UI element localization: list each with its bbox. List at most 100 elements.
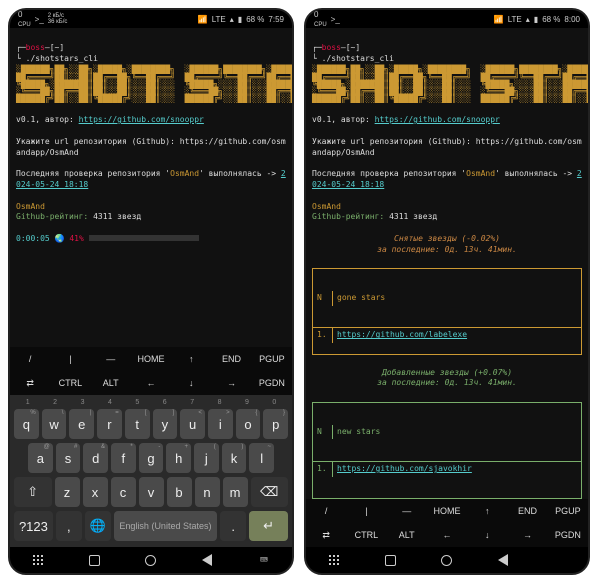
extra-key[interactable]: ← bbox=[131, 371, 171, 395]
extra-key[interactable]: PGDN bbox=[252, 371, 292, 395]
key-n[interactable]: n bbox=[195, 477, 220, 507]
terminal-icon: >_ bbox=[35, 15, 44, 24]
key-j[interactable]: j( bbox=[194, 443, 219, 473]
nav-grid-icon[interactable] bbox=[31, 553, 45, 567]
extra-key[interactable]: ALT bbox=[91, 371, 131, 395]
key-space[interactable]: English (United States) bbox=[114, 511, 218, 541]
android-navbar bbox=[306, 547, 588, 573]
key-backspace[interactable]: ⌫ bbox=[251, 477, 289, 507]
progress-bar bbox=[89, 235, 199, 241]
nav-back[interactable] bbox=[496, 553, 510, 567]
key-o[interactable]: o{ bbox=[236, 409, 261, 439]
extra-key[interactable]: ↓ bbox=[171, 371, 211, 395]
terminal-icon: >_ bbox=[331, 15, 340, 24]
extra-key[interactable]: | bbox=[346, 499, 386, 523]
key-s[interactable]: s# bbox=[56, 443, 81, 473]
extra-key[interactable]: ← bbox=[427, 523, 467, 547]
extra-key[interactable]: | bbox=[50, 347, 90, 371]
key-v[interactable]: v bbox=[139, 477, 164, 507]
key-f[interactable]: f* bbox=[111, 443, 136, 473]
key-u[interactable]: u< bbox=[180, 409, 205, 439]
extra-key[interactable]: HOME bbox=[427, 499, 467, 523]
author-link[interactable]: https://github.com/snooppr bbox=[375, 115, 500, 124]
battery-pct: 68 % bbox=[542, 15, 560, 24]
extra-key[interactable]: PGDN bbox=[548, 523, 588, 547]
cpu-indicator: 0CPU bbox=[314, 10, 327, 28]
extra-key[interactable]: ↑ bbox=[171, 347, 211, 371]
nav-grid-icon[interactable] bbox=[327, 553, 341, 567]
nav-home[interactable] bbox=[144, 553, 158, 567]
extra-key[interactable]: PGUP bbox=[252, 347, 292, 371]
key-e[interactable]: e| bbox=[69, 409, 94, 439]
battery-icon: ▮ bbox=[238, 15, 242, 24]
key-g[interactable]: g- bbox=[139, 443, 164, 473]
key-enter[interactable]: ↵ bbox=[249, 511, 288, 541]
extra-key[interactable]: PGUP bbox=[548, 499, 588, 523]
key-shift[interactable]: ⇧ bbox=[14, 477, 52, 507]
key-p[interactable]: p} bbox=[263, 409, 288, 439]
key-i[interactable]: i> bbox=[208, 409, 233, 439]
key-w[interactable]: w\ bbox=[42, 409, 67, 439]
extra-key[interactable]: / bbox=[10, 347, 50, 371]
lte-label: LTE bbox=[212, 15, 226, 24]
key-c[interactable]: c bbox=[111, 477, 136, 507]
key-t[interactable]: t[ bbox=[125, 409, 150, 439]
key-r[interactable]: r= bbox=[97, 409, 122, 439]
user-link[interactable]: https://github.com/sjavokhir bbox=[337, 464, 472, 473]
termux-extra-keys: /|—HOME↑ENDPGUP ⇄CTRLALT←↓→PGDN bbox=[10, 347, 292, 395]
extra-key[interactable]: ALT bbox=[387, 523, 427, 547]
key-h[interactable]: h+ bbox=[166, 443, 191, 473]
key-comma[interactable]: , bbox=[56, 511, 82, 541]
key-a[interactable]: a@ bbox=[28, 443, 53, 473]
globe-icon[interactable]: 🌐 bbox=[85, 511, 111, 541]
extra-key[interactable]: CTRL bbox=[346, 523, 386, 547]
extra-key[interactable]: ↓ bbox=[467, 523, 507, 547]
key-k[interactable]: k) bbox=[222, 443, 247, 473]
key-x[interactable]: x bbox=[83, 477, 108, 507]
nav-recents[interactable] bbox=[384, 553, 398, 567]
nav-ime-icon[interactable]: ⌨ bbox=[257, 553, 271, 567]
extra-key[interactable]: CTRL bbox=[50, 371, 90, 395]
key-l[interactable]: l~ bbox=[249, 443, 274, 473]
extra-key[interactable]: HOME bbox=[131, 347, 171, 371]
lte-label: LTE bbox=[508, 15, 522, 24]
key-y[interactable]: y] bbox=[153, 409, 178, 439]
new-stars-table: Nnew stars 1.https://github.com/sjavokhi… bbox=[312, 402, 582, 499]
phone-right: 0CPU >_ 📶 LTE ▴ ▮ 68 % 8:00 ┌─boss—[~] └… bbox=[304, 8, 590, 575]
extra-key[interactable]: ⇄ bbox=[306, 523, 346, 547]
signal-icon: ▴ bbox=[230, 15, 234, 24]
ascii-logo: ░██████╗██╗░░██╗░█████╗░████████╗ ░█████… bbox=[312, 66, 582, 102]
soft-keyboard: 1234567890 q%w\e|r=t[y]u<i>o{p} a@s#d&f*… bbox=[10, 395, 292, 547]
key-z[interactable]: z bbox=[55, 477, 80, 507]
clock: 7:59 bbox=[268, 15, 284, 24]
key-b[interactable]: b bbox=[167, 477, 192, 507]
nav-home[interactable] bbox=[440, 553, 454, 567]
nav-back[interactable] bbox=[200, 553, 214, 567]
nav-recents[interactable] bbox=[88, 553, 102, 567]
author-link[interactable]: https://github.com/snooppr bbox=[79, 115, 204, 124]
terminal-output[interactable]: ┌─boss—[~] └ ./shotstars_cli ░██████╗██╗… bbox=[10, 28, 292, 347]
status-bar: 0CPU >_ 2 кБ/с36 кБ/с 📶 LTE ▴ ▮ 68 % 7:5… bbox=[10, 10, 292, 28]
extra-key[interactable]: — bbox=[387, 499, 427, 523]
cpu-indicator: 0CPU bbox=[18, 10, 31, 28]
extra-key[interactable]: ↑ bbox=[467, 499, 507, 523]
extra-key[interactable]: END bbox=[211, 347, 251, 371]
user-link[interactable]: https://github.com/labelexe bbox=[337, 330, 467, 339]
extra-key[interactable]: — bbox=[91, 347, 131, 371]
wifi-icon: 📶 bbox=[494, 15, 504, 24]
key-dot[interactable]: . bbox=[220, 511, 246, 541]
terminal-output[interactable]: ┌─boss—[~] └ ./shotstars_cli ░██████╗██╗… bbox=[306, 28, 588, 499]
key-d[interactable]: d& bbox=[83, 443, 108, 473]
clock: 8:00 bbox=[564, 15, 580, 24]
key-symbols[interactable]: ?123 bbox=[14, 511, 53, 541]
extra-key[interactable]: / bbox=[306, 499, 346, 523]
extra-key[interactable]: → bbox=[507, 523, 547, 547]
status-bar: 0CPU >_ 📶 LTE ▴ ▮ 68 % 8:00 bbox=[306, 10, 588, 28]
key-q[interactable]: q% bbox=[14, 409, 39, 439]
signal-icon: ▴ bbox=[526, 15, 530, 24]
extra-key[interactable]: ⇄ bbox=[10, 371, 50, 395]
extra-key[interactable]: END bbox=[507, 499, 547, 523]
android-navbar: ⌨ bbox=[10, 547, 292, 573]
extra-key[interactable]: → bbox=[211, 371, 251, 395]
key-m[interactable]: m bbox=[223, 477, 248, 507]
